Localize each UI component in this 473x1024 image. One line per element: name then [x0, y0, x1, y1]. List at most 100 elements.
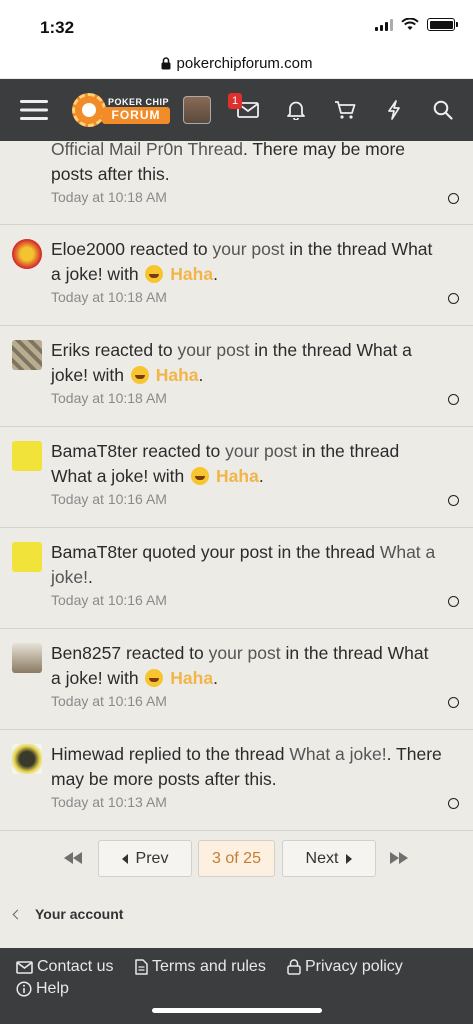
username[interactable]: BamaT8ter — [51, 441, 138, 461]
username[interactable]: Eloe2000 — [51, 239, 125, 259]
mark-read-button[interactable] — [448, 394, 459, 405]
logo-text-bottom: FORUM — [102, 107, 170, 124]
laughing-emoji-icon — [191, 467, 210, 485]
alert-item[interactable]: Eriks reacted to your post in the thread… — [0, 326, 473, 427]
mark-read-button[interactable] — [448, 293, 459, 304]
wifi-icon — [401, 18, 419, 30]
prev-page-button[interactable]: Prev — [98, 840, 192, 877]
inbox-button[interactable] — [230, 79, 266, 141]
post-link[interactable]: your post — [225, 441, 297, 461]
alert-item[interactable]: BamaT8ter reacted to your post in the th… — [0, 427, 473, 528]
lock-icon — [287, 959, 301, 975]
account-label: Your account — [35, 906, 124, 922]
lightning-bolt-icon — [388, 100, 400, 120]
reaction-label: Haha — [216, 466, 259, 486]
search-button[interactable] — [426, 79, 460, 141]
menu-button[interactable] — [14, 79, 54, 141]
post-link[interactable]: your post — [201, 542, 273, 562]
user-avatar-bamat8ter[interactable] — [12, 542, 42, 572]
status-time: 1:32 — [40, 18, 75, 37]
chevron-right-icon — [346, 853, 353, 864]
double-chevron-left-icon — [64, 852, 73, 864]
whats-new-button[interactable] — [378, 79, 410, 141]
alert-text: BamaT8ter quoted your post in the thread… — [51, 540, 443, 610]
inbox-count-badge: 1 — [228, 93, 242, 109]
user-avatar-himewad[interactable] — [12, 744, 42, 774]
reaction-label: Haha — [170, 264, 214, 284]
post-link[interactable]: your post — [209, 643, 281, 663]
alert-time: Today at 10:13 AM — [51, 794, 167, 810]
cart-button[interactable] — [328, 79, 362, 141]
shopping-cart-icon — [335, 101, 356, 119]
contact-us-link[interactable]: Contact us — [16, 956, 113, 978]
hamburger-icon — [20, 100, 48, 120]
search-icon — [433, 100, 453, 120]
alert-item[interactable]: Eloe2000 reacted to your post in the thr… — [0, 225, 473, 326]
terms-link[interactable]: Terms and rules — [135, 956, 266, 978]
pagination: Prev 3 of 25 Next — [0, 832, 473, 892]
reaction-label: Haha — [155, 365, 199, 385]
forum-navbar: POKER CHIP FORUM — [0, 79, 473, 141]
user-avatar[interactable] — [183, 96, 211, 124]
alerts-button[interactable] — [280, 79, 312, 141]
alert-item[interactable]: Ben8257 reacted to your post in the thre… — [0, 629, 473, 730]
document-icon — [135, 959, 148, 975]
mark-read-button[interactable] — [448, 596, 459, 607]
mark-read-button[interactable] — [448, 798, 459, 809]
thread-link[interactable]: Official Mail Pr0n Thread — [51, 139, 243, 159]
bell-icon — [287, 101, 305, 120]
chevron-left-icon — [121, 853, 128, 864]
alert-text: Himewad replied to the thread What a jok… — [51, 744, 442, 810]
mark-read-button[interactable] — [448, 495, 459, 506]
alert-text: BamaT8ter reacted to your post in the th… — [51, 439, 443, 509]
alert-time: Today at 10:16 AM — [51, 693, 167, 709]
alert-item[interactable]: Official Mail Pr0n Thread. There may be … — [0, 139, 473, 225]
alert-item[interactable]: Himewad replied to the thread What a jok… — [0, 730, 473, 831]
envelope-icon — [16, 960, 33, 974]
thread-link[interactable]: What a joke! — [289, 744, 386, 764]
chevron-left-icon — [12, 909, 23, 919]
reaction-label: Haha — [170, 668, 214, 688]
prev-label: Prev — [135, 849, 169, 867]
user-avatar-bamat8ter[interactable] — [12, 441, 42, 471]
alert-item[interactable]: BamaT8ter quoted your post in the thread… — [0, 528, 473, 629]
alert-time: Today at 10:18 AM — [51, 189, 167, 205]
alert-text: Ben8257 reacted to your post in the thre… — [51, 641, 443, 711]
alert-text: Eriks reacted to your post in the thread… — [51, 338, 443, 408]
alert-time: Today at 10:18 AM — [51, 390, 167, 406]
help-link[interactable]: Help — [16, 978, 69, 1000]
user-avatar-eloe2000[interactable] — [12, 239, 42, 269]
battery-icon — [427, 18, 458, 31]
your-account-breadcrumb[interactable]: Your account — [12, 900, 124, 928]
alert-time: Today at 10:16 AM — [51, 592, 167, 608]
user-avatar-eriks[interactable] — [12, 340, 42, 370]
username[interactable]: Eriks — [51, 340, 90, 360]
address-bar[interactable]: pokerchipforum.com — [0, 48, 473, 78]
site-logo[interactable]: POKER CHIP FORUM — [72, 92, 172, 128]
thread-title[interactable]: What a joke! — [51, 466, 148, 486]
alert-time: Today at 10:18 AM — [51, 289, 167, 305]
page-jump-button[interactable]: 3 of 25 — [198, 840, 275, 877]
page-indicator: 3 of 25 — [212, 849, 261, 867]
first-page-button[interactable] — [64, 852, 82, 864]
logo-text-top: POKER CHIP — [108, 97, 170, 107]
post-link[interactable]: your post — [213, 239, 285, 259]
info-icon — [16, 981, 32, 997]
username[interactable]: Ben8257 — [51, 643, 121, 663]
post-link[interactable]: your post — [177, 340, 249, 360]
username[interactable]: Himewad — [51, 744, 124, 764]
user-avatar-ben8257[interactable] — [12, 643, 42, 673]
double-chevron-right-icon — [390, 852, 399, 864]
status-bar: 1:32 — [0, 0, 473, 48]
privacy-policy-link[interactable]: Privacy policy — [287, 956, 403, 978]
mark-read-button[interactable] — [448, 193, 459, 204]
home-indicator[interactable] — [152, 1008, 322, 1013]
cellular-signal-icon — [375, 18, 393, 31]
laughing-emoji-icon — [145, 669, 164, 687]
alert-time: Today at 10:16 AM — [51, 491, 167, 507]
next-page-button[interactable]: Next — [282, 840, 376, 877]
url-text: pokerchipforum.com — [176, 54, 313, 72]
last-page-button[interactable] — [390, 852, 408, 864]
username[interactable]: BamaT8ter — [51, 542, 138, 562]
mark-read-button[interactable] — [448, 697, 459, 708]
